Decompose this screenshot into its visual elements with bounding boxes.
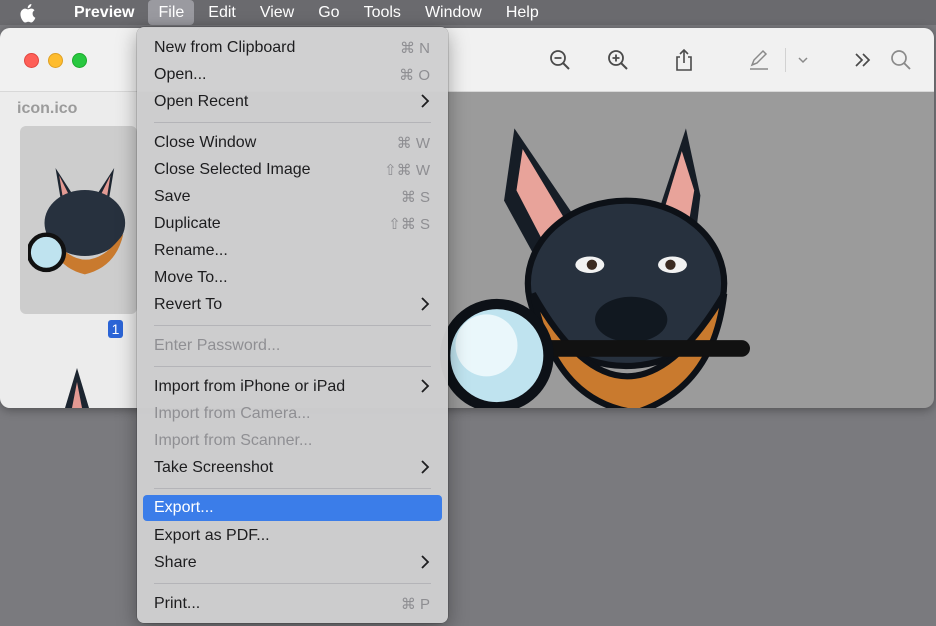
minimize-window-button[interactable] <box>48 53 63 68</box>
thumbnail-dog-image[interactable] <box>28 138 138 308</box>
apple-icon[interactable] <box>20 3 40 23</box>
menu-item-move-to[interactable]: Move To... <box>143 265 442 291</box>
chevron-right-icon <box>420 94 430 113</box>
close-window-button[interactable] <box>24 53 39 68</box>
menu-item-enter-password: Enter Password... <box>154 337 281 354</box>
main-dog-image[interactable] <box>440 128 750 408</box>
menu-view[interactable]: View <box>250 0 304 25</box>
menu-edit[interactable]: Edit <box>198 0 246 25</box>
menu-item-open[interactable]: Open... ⌘ O <box>143 62 442 88</box>
menu-item-save[interactable]: Save ⌘ S <box>143 184 442 210</box>
menu-separator <box>154 325 431 326</box>
menu-bar: Preview File Edit View Go Tools Window H… <box>0 0 936 25</box>
chevron-right-icon <box>420 297 430 316</box>
menu-item-close-window[interactable]: Close Window ⌘ W <box>143 130 442 156</box>
menu-tools[interactable]: Tools <box>354 0 411 25</box>
menu-window[interactable]: Window <box>415 0 492 25</box>
menu-separator <box>154 122 431 123</box>
menu-item-new-from-clipboard[interactable]: New from Clipboard ⌘ N <box>143 35 442 61</box>
menu-separator <box>154 366 431 367</box>
menu-help[interactable]: Help <box>496 0 549 25</box>
share-icon[interactable] <box>671 47 697 73</box>
more-icon[interactable] <box>850 47 876 73</box>
menu-item-export-as-pdf[interactable]: Export as PDF... <box>143 523 442 549</box>
menu-item-export[interactable]: Export... <box>143 495 442 521</box>
toolbar-divider <box>785 48 786 72</box>
menu-app-preview[interactable]: Preview <box>64 0 144 25</box>
menu-item-duplicate[interactable]: Duplicate ⇧⌘ S <box>143 211 442 237</box>
search-icon[interactable] <box>888 47 914 73</box>
menu-separator <box>154 488 431 489</box>
sidebar-title: icon.ico <box>17 100 78 117</box>
menu-item-revert-to[interactable]: Revert To <box>143 292 442 318</box>
zoom-in-icon[interactable] <box>605 47 631 73</box>
zoom-out-icon[interactable] <box>547 47 573 73</box>
menu-separator <box>154 583 431 584</box>
menu-item-share[interactable]: Share <box>143 550 442 576</box>
chevron-down-icon[interactable] <box>790 47 816 73</box>
menu-item-import-from-camera: Import from Camera... <box>154 405 311 422</box>
menu-item-close-selected-image[interactable]: Close Selected Image ⇧⌘ W <box>143 157 442 183</box>
menu-item-import-from-scanner: Import from Scanner... <box>154 432 313 449</box>
chevron-right-icon <box>420 555 430 574</box>
menu-item-rename[interactable]: Rename... <box>143 238 442 264</box>
menu-file[interactable]: File <box>148 0 195 25</box>
file-menu: New from Clipboard ⌘ N Open... ⌘ O Open … <box>137 27 448 623</box>
menu-item-import-from-iphone[interactable]: Import from iPhone or iPad <box>143 374 442 400</box>
menu-go[interactable]: Go <box>308 0 349 25</box>
menu-item-take-screenshot[interactable]: Take Screenshot <box>143 455 442 481</box>
chevron-right-icon <box>420 460 430 479</box>
page-number-badge: 1 <box>108 320 123 338</box>
menu-item-open-recent[interactable]: Open Recent <box>143 89 442 115</box>
menu-item-print[interactable]: Print... ⌘ P <box>143 591 442 617</box>
zoom-window-button[interactable] <box>72 53 87 68</box>
chevron-right-icon <box>420 379 430 398</box>
markup-pen-icon[interactable] <box>746 47 772 73</box>
thumbnail-2-image[interactable] <box>55 368 105 408</box>
